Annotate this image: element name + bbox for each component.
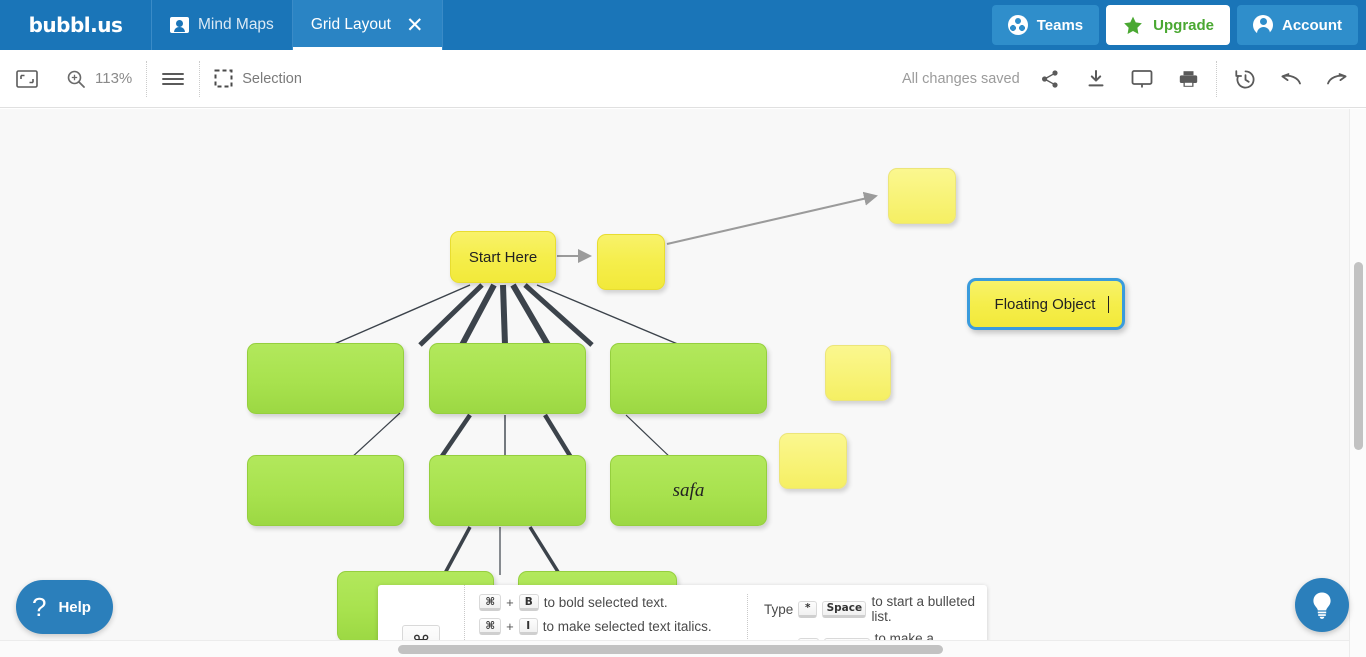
mindmap-node[interactable] <box>247 343 404 414</box>
print-icon <box>1179 71 1197 87</box>
toolbar-divider-3 <box>1216 61 1217 97</box>
fit-to-screen-button[interactable] <box>0 50 52 108</box>
download-button[interactable] <box>1073 50 1119 108</box>
mindmap-node-label: Floating Object <box>994 295 1096 313</box>
folder-icon <box>170 17 189 33</box>
horizontal-scrollbar[interactable] <box>0 640 1349 657</box>
mindmap-node[interactable] <box>597 234 665 290</box>
tab-grid-layout[interactable]: Grid Layout ✕ <box>292 0 443 50</box>
upgrade-button-label: Upgrade <box>1153 16 1214 34</box>
key-asterisk: * <box>798 600 818 618</box>
undo-button[interactable] <box>1268 50 1314 108</box>
lightbulb-icon <box>1313 592 1331 619</box>
mindmap-node[interactable] <box>247 455 404 526</box>
mindmap-node[interactable] <box>429 455 586 526</box>
mindmap-node[interactable] <box>825 345 891 401</box>
tab-grid-layout-label: Grid Layout <box>310 16 391 33</box>
editor-toolbar: 113% Selection All changes saved <box>0 50 1366 108</box>
selection-marquee-icon <box>214 69 233 88</box>
hamburger-menu-icon <box>162 72 185 85</box>
topbar-actions: Teams Upgrade Account <box>991 0 1366 50</box>
mindmap-node[interactable] <box>429 343 586 414</box>
key-cmd: ⌘ <box>479 594 502 611</box>
tab-mind-maps[interactable]: Mind Maps <box>152 0 293 50</box>
mindmap-node[interactable]: safa <box>610 455 767 526</box>
history-button[interactable] <box>1222 50 1268 108</box>
zoom-level-label: 113% <box>95 70 133 87</box>
close-icon[interactable]: ✕ <box>406 14 424 36</box>
mindmap-node-label: safa <box>672 479 705 501</box>
key-joiner: + <box>506 619 514 634</box>
key-i: I <box>518 618 538 635</box>
key-space: Space <box>822 600 867 618</box>
top-navigation-bar: bubbl.us Mind Maps Grid Layout ✕ Teams U… <box>0 0 1366 50</box>
teams-button-label: Teams <box>1036 16 1084 34</box>
download-icon <box>1088 70 1104 87</box>
share-button[interactable] <box>1027 50 1073 108</box>
account-button-label: Account <box>1282 16 1342 34</box>
tips-button[interactable] <box>1295 578 1349 632</box>
info-tip-row: Type * Space to start a bulleted list. <box>764 594 987 624</box>
redo-button[interactable] <box>1314 50 1360 108</box>
info-tip-row: ⌘ + B to bold selected text. <box>479 594 747 611</box>
vertical-scrollbar-thumb[interactable] <box>1354 262 1363 450</box>
undo-icon <box>1281 73 1301 85</box>
vertical-scrollbar[interactable] <box>1349 109 1366 657</box>
selection-tool-label: Selection <box>242 70 302 87</box>
info-tip-text: to make selected text italics. <box>542 619 712 634</box>
brand-logo-text: bubbl.us <box>28 13 123 37</box>
account-icon <box>1253 15 1273 35</box>
present-button[interactable] <box>1119 50 1165 108</box>
account-button[interactable]: Account <box>1237 5 1358 45</box>
zoom-in-icon <box>67 70 85 88</box>
horizontal-scrollbar-thumb[interactable] <box>398 645 943 654</box>
bubblus-app-window: bubbl.us Mind Maps Grid Layout ✕ Teams U… <box>0 0 1366 657</box>
star-icon <box>1124 16 1142 34</box>
info-tip-text: to start a bulleted list. <box>871 594 976 624</box>
mindmap-node[interactable] <box>779 433 847 489</box>
key-joiner: + <box>506 595 514 610</box>
history-icon <box>1234 69 1254 88</box>
text-cursor <box>1108 295 1110 313</box>
info-tip-prefix: Type <box>763 601 794 617</box>
present-icon <box>1131 70 1153 88</box>
teams-icon <box>1007 15 1028 35</box>
save-status: All changes saved <box>902 50 1020 108</box>
print-button[interactable] <box>1165 50 1211 108</box>
help-button-label: Help <box>58 598 91 616</box>
save-status-text: All changes saved <box>902 71 1020 87</box>
brand-logo[interactable]: bubbl.us <box>0 0 152 50</box>
mindmap-node[interactable] <box>888 168 956 224</box>
key-cmd: ⌘ <box>479 618 502 635</box>
mindmap-node[interactable]: Start Here <box>450 231 556 283</box>
menu-button[interactable] <box>147 50 199 108</box>
teams-button[interactable]: Teams <box>991 5 1100 45</box>
toolbar-right-actions <box>1027 50 1360 108</box>
mindmap-node[interactable] <box>610 343 767 414</box>
info-tip-text: to bold selected text. <box>543 595 668 610</box>
share-icon <box>1042 70 1058 88</box>
mindmap-canvas[interactable]: Start Here Floating Object safa ⌘ ⌘ + B to… <box>0 109 1366 657</box>
zoom-control[interactable]: 113% <box>52 50 146 108</box>
upgrade-button[interactable]: Upgrade <box>1106 5 1230 45</box>
info-tip-row: ⌘ + I to make selected text italics. <box>479 618 747 635</box>
mindmap-node-label: Start Here <box>468 248 538 266</box>
help-button[interactable]: ? Help <box>16 580 113 634</box>
tab-mind-maps-label: Mind Maps <box>198 16 274 33</box>
question-mark-icon: ? <box>32 592 47 622</box>
key-b: B <box>518 594 539 611</box>
redo-icon <box>1327 73 1347 85</box>
selection-tool-button[interactable]: Selection <box>200 50 316 108</box>
mindmap-node[interactable]: Floating Object <box>967 278 1125 330</box>
fit-to-screen-icon <box>16 69 38 88</box>
